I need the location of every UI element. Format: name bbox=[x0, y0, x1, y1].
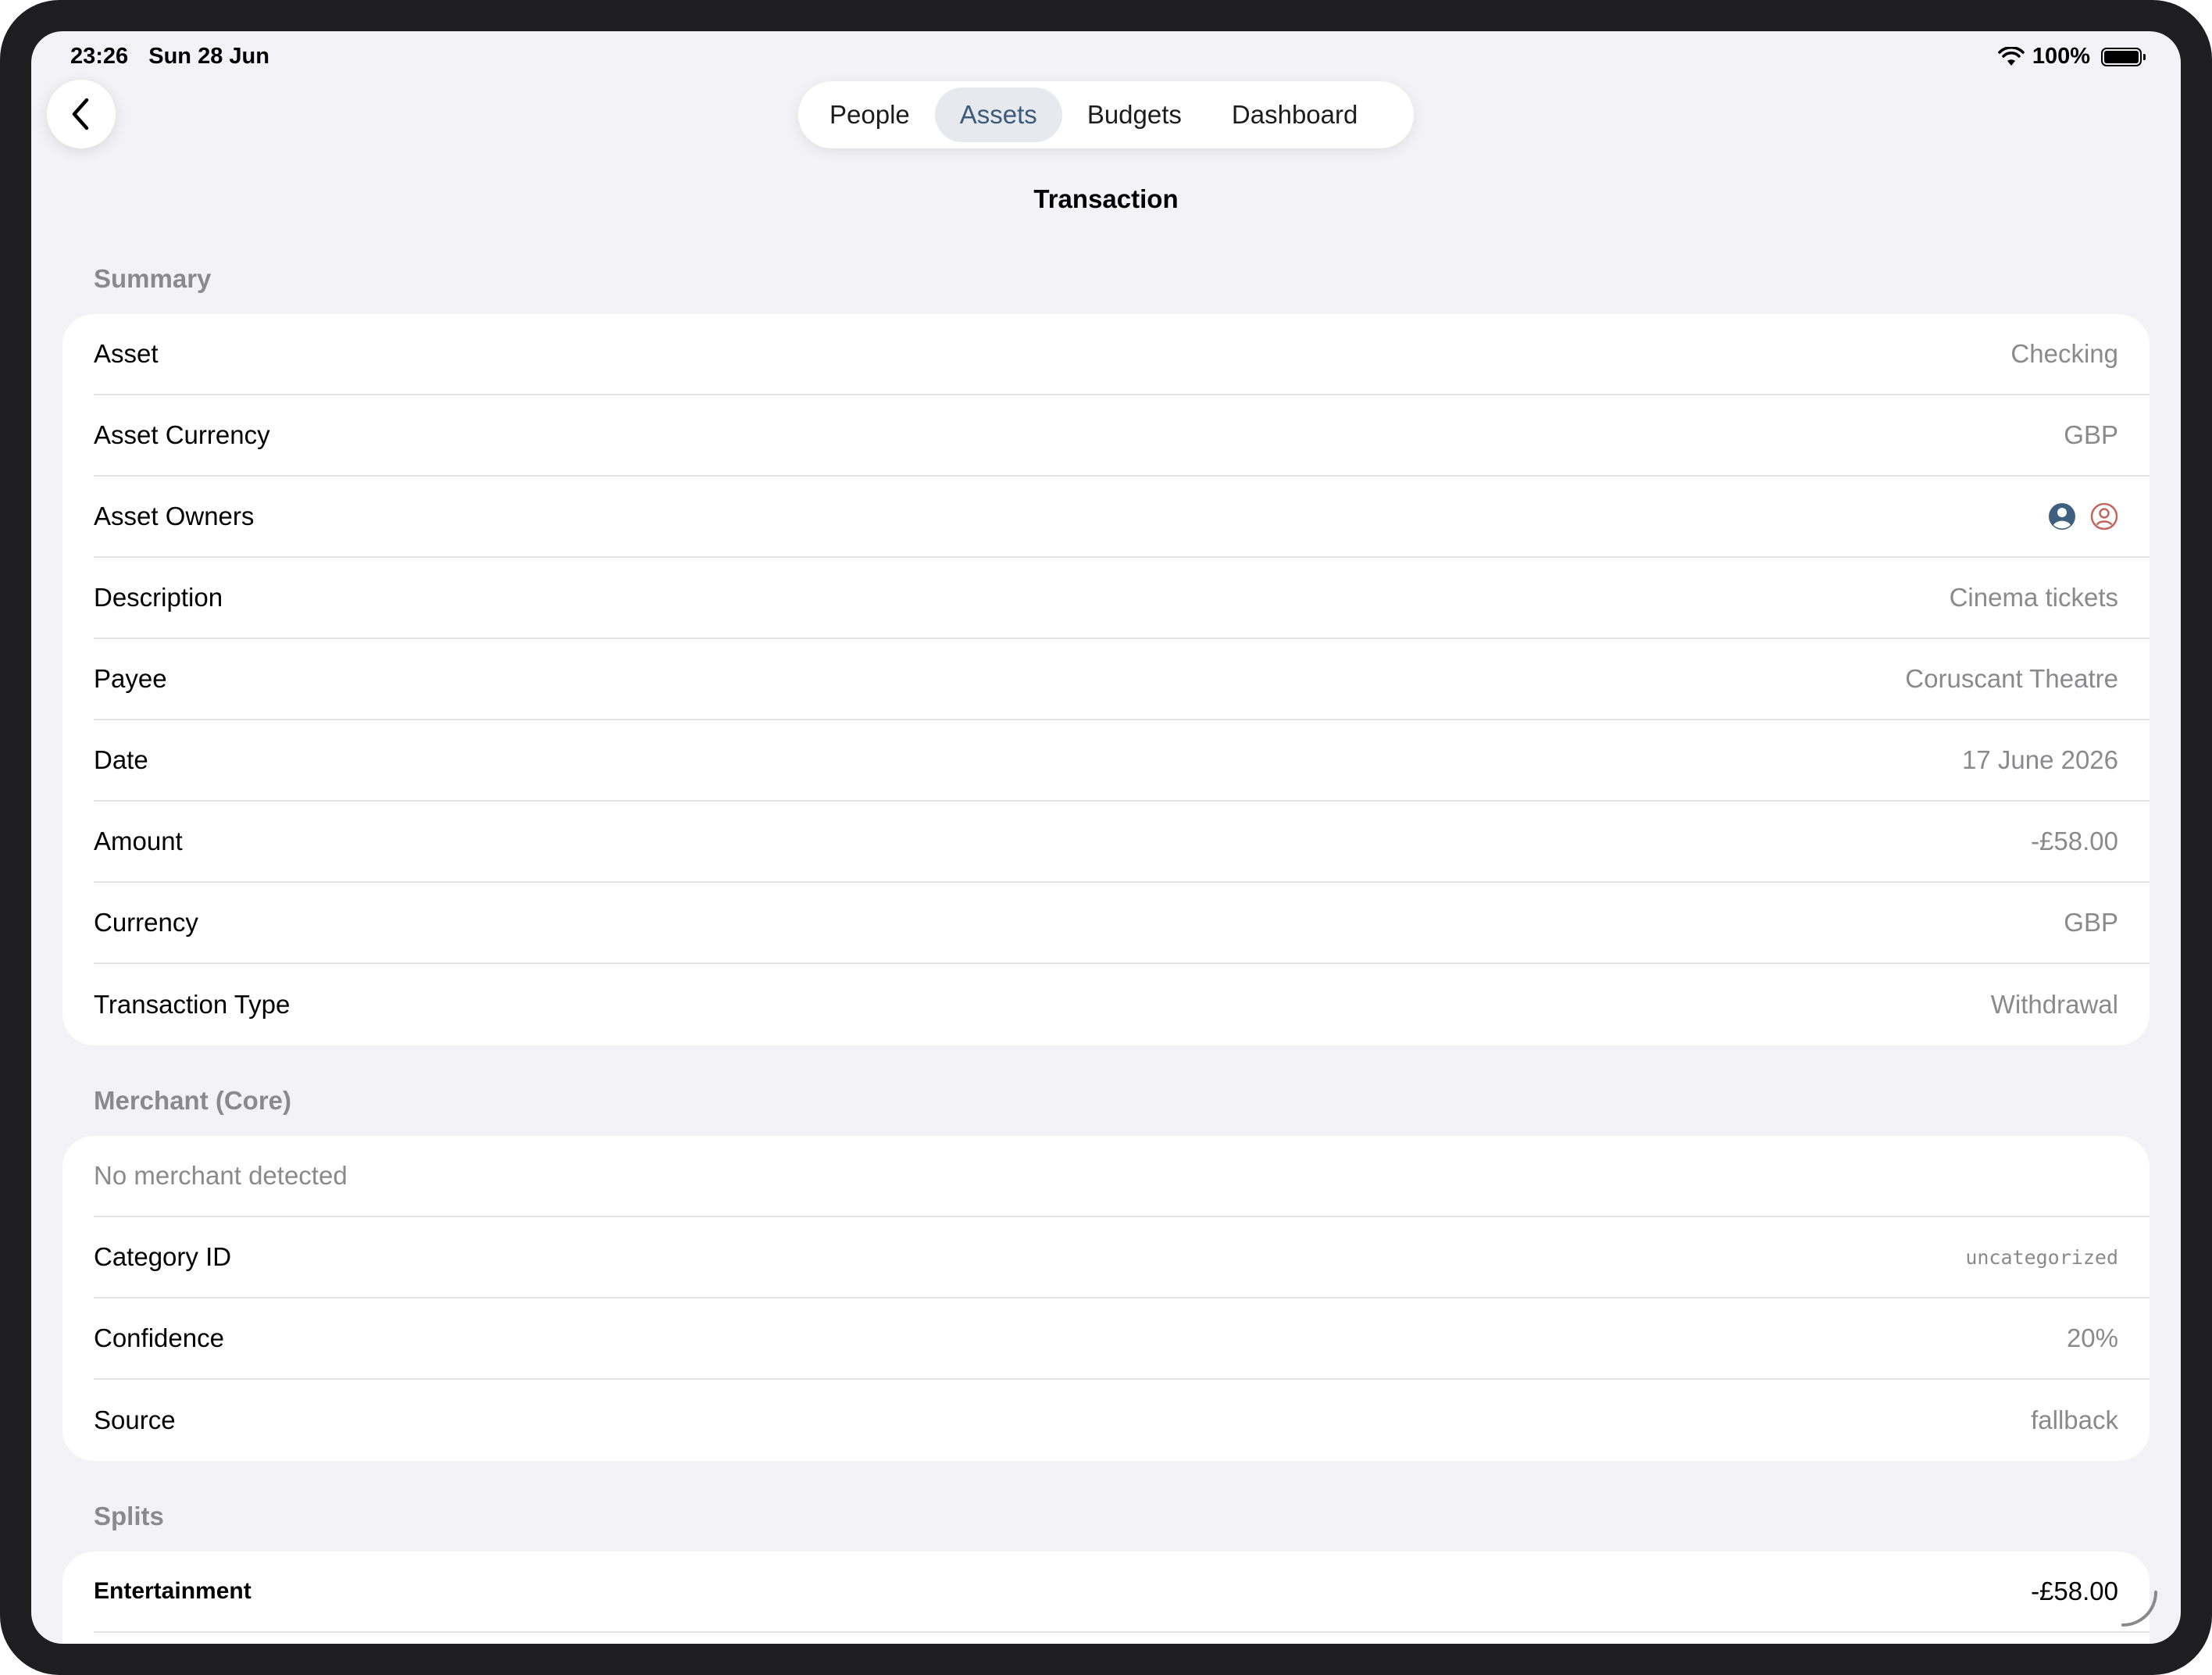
section-header-splits: Splits bbox=[94, 1502, 164, 1530]
tab-bar: People Assets Budgets Dashboard bbox=[798, 81, 1414, 148]
status-date: Sun 28 Jun bbox=[148, 44, 269, 69]
person-circle-outline-icon bbox=[2090, 502, 2118, 530]
tab-budgets[interactable]: Budgets bbox=[1062, 88, 1207, 142]
row-label: Transaction Type bbox=[94, 990, 291, 1019]
row-payee[interactable]: Payee Coruscant Theatre bbox=[94, 639, 2150, 720]
row-amount[interactable]: Amount -£58.00 bbox=[94, 802, 2150, 883]
split-category: Entertainment bbox=[94, 1578, 252, 1604]
merchant-status-text: No merchant detected bbox=[94, 1161, 348, 1190]
row-value: 17 June 2026 bbox=[1961, 745, 2118, 774]
battery-icon bbox=[2101, 47, 2146, 66]
row-value: GBP bbox=[2064, 908, 2118, 937]
splits-card: Entertainment -£58.00 bbox=[62, 1552, 2150, 1644]
row-label: Currency bbox=[94, 908, 198, 937]
owner-avatars bbox=[2048, 502, 2118, 530]
split-amount: -£58.00 bbox=[2031, 1577, 2118, 1605]
row-label: Confidence bbox=[94, 1323, 224, 1352]
row-label: Asset bbox=[94, 339, 159, 368]
row-value: Cinema tickets bbox=[1949, 583, 2118, 612]
person-circle-filled-icon bbox=[2049, 503, 2075, 530]
row-source[interactable]: Source fallback bbox=[94, 1380, 2150, 1461]
row-label: Date bbox=[94, 745, 148, 774]
row-label: Asset Currency bbox=[94, 420, 270, 449]
row-merchant-status: No merchant detected bbox=[94, 1136, 2150, 1217]
tab-dashboard[interactable]: Dashboard bbox=[1207, 88, 1382, 142]
row-label: Source bbox=[94, 1405, 176, 1434]
section-header-summary: Summary bbox=[94, 264, 212, 293]
status-bar-left: 23:26 Sun 28 Jun bbox=[70, 44, 284, 70]
row-label: Amount bbox=[94, 827, 183, 855]
window-resize-handle-icon[interactable] bbox=[2120, 1589, 2159, 1628]
row-value: -£58.00 bbox=[2031, 827, 2118, 855]
merchant-card: No merchant detected Category ID uncateg… bbox=[62, 1136, 2150, 1461]
row-value: GBP bbox=[2064, 420, 2118, 449]
row-transaction-type[interactable]: Transaction Type Withdrawal bbox=[94, 964, 2150, 1045]
page-title: Transaction bbox=[1033, 184, 1179, 213]
row-description[interactable]: Description Cinema tickets bbox=[94, 558, 2150, 639]
row-asset-currency[interactable]: Asset Currency GBP bbox=[94, 395, 2150, 477]
tab-assets[interactable]: Assets bbox=[934, 88, 1062, 142]
row-value: fallback bbox=[2031, 1405, 2118, 1434]
screen: 23:26 Sun 28 Jun 100% People Assets Budg… bbox=[31, 31, 2181, 1644]
tab-people[interactable]: People bbox=[805, 88, 935, 142]
row-label: Payee bbox=[94, 664, 167, 693]
wifi-icon bbox=[1998, 46, 2025, 66]
row-value: 20% bbox=[2066, 1323, 2118, 1352]
split-row[interactable]: Entertainment -£58.00 bbox=[94, 1552, 2150, 1633]
section-header-merchant: Merchant (Core) bbox=[94, 1086, 292, 1115]
row-label: Description bbox=[94, 583, 223, 612]
row-asset[interactable]: Asset Checking bbox=[94, 314, 2150, 395]
row-date[interactable]: Date 17 June 2026 bbox=[94, 720, 2150, 802]
row-asset-owners[interactable]: Asset Owners bbox=[94, 477, 2150, 558]
row-currency[interactable]: Currency GBP bbox=[94, 883, 2150, 964]
row-value: uncategorized bbox=[1965, 1245, 2118, 1269]
row-label: Asset Owners bbox=[94, 502, 255, 530]
status-time: 23:26 bbox=[70, 44, 129, 69]
row-value: Coruscant Theatre bbox=[1905, 664, 2118, 693]
row-value: Withdrawal bbox=[1990, 990, 2118, 1019]
row-label: Category ID bbox=[94, 1242, 232, 1271]
device-frame: 23:26 Sun 28 Jun 100% People Assets Budg… bbox=[0, 0, 2212, 1675]
row-confidence[interactable]: Confidence 20% bbox=[94, 1298, 2150, 1380]
back-button[interactable] bbox=[47, 80, 116, 148]
row-category-id[interactable]: Category ID uncategorized bbox=[94, 1217, 2150, 1298]
battery-percent: 100% bbox=[2032, 44, 2090, 69]
row-value: Checking bbox=[2010, 339, 2118, 368]
chevron-left-icon bbox=[72, 98, 89, 130]
status-bar-right: 100% bbox=[1998, 44, 2146, 70]
summary-card: Asset Checking Asset Currency GBP Asset … bbox=[62, 314, 2150, 1045]
